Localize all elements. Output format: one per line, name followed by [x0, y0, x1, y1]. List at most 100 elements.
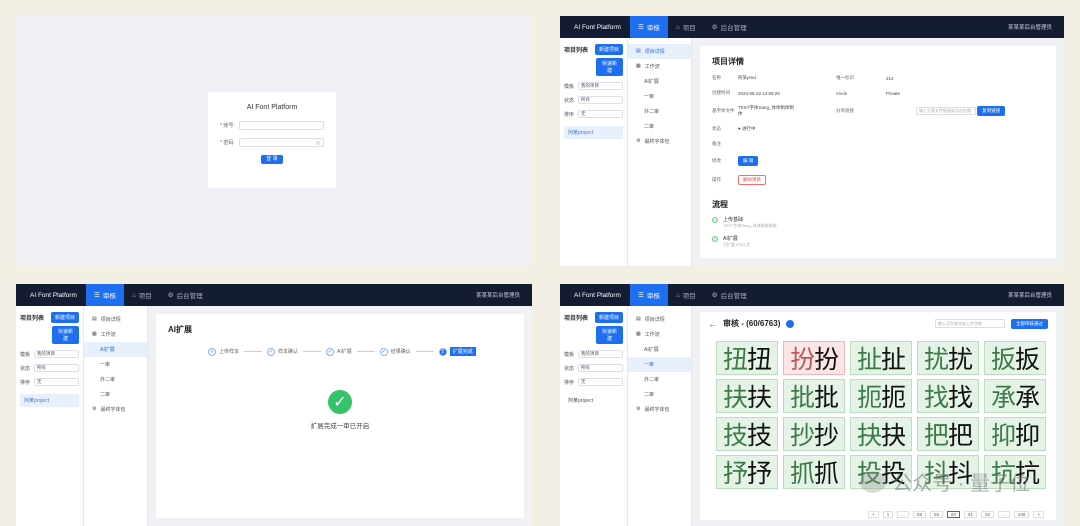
glyph-cell[interactable]: 抒抒 — [716, 455, 778, 489]
menu-ai-expand[interactable]: AI扩展 — [84, 342, 147, 357]
page-button[interactable]: 59 — [930, 511, 944, 518]
import-project-button[interactable]: 快速新建 — [596, 326, 623, 344]
nav-admin[interactable]: ⚙ 后台管理 — [704, 284, 755, 306]
glyph-cell[interactable]: 抄抄 — [783, 417, 845, 451]
menu-workflow[interactable]: ▦ 工作流 — [628, 327, 691, 342]
glyph-cell[interactable]: 扰扰 — [917, 341, 979, 375]
menu-round1[interactable]: 一审 — [84, 357, 147, 372]
project-item[interactable]: 阿某project — [564, 394, 623, 407]
sort-select[interactable]: 无 — [578, 110, 623, 118]
glyph-search-input[interactable]: 输入汉字查询或上传字库 — [935, 319, 1005, 328]
status-select[interactable]: 所有 — [578, 364, 623, 372]
delete-project-button[interactable]: 删除项目 — [738, 175, 766, 185]
new-project-button[interactable]: 新建项目 — [594, 44, 623, 55]
new-project-button[interactable]: 新建项目 — [594, 312, 623, 323]
user-name[interactable]: 某某某后台管理员 — [476, 291, 532, 299]
glyph-cell[interactable]: 扼扼 — [850, 379, 912, 413]
login-button[interactable]: 登 录 — [261, 155, 283, 164]
nav-review[interactable]: ☰ 审核 — [86, 284, 124, 306]
menu-download[interactable]: ⚙ 最终字体包 — [628, 134, 691, 149]
glyph-cell[interactable]: 批批 — [783, 379, 845, 413]
page-button[interactable]: ... — [998, 511, 1010, 518]
menu-round2[interactable]: 外二审 — [628, 104, 691, 119]
glyph-cell[interactable]: 抑抑 — [984, 417, 1046, 451]
glyph-cell[interactable]: 把把 — [917, 417, 979, 451]
nav-admin[interactable]: ⚙ 后台管理 — [704, 16, 755, 38]
nav-review[interactable]: ☰ 审核 — [630, 16, 668, 38]
flow-step: AI扩展 已扩展 6763 字 — [712, 235, 1044, 248]
glyph-cell[interactable]: 抓抓 — [783, 455, 845, 489]
project-list-title: 项目列表 — [564, 316, 589, 322]
success-block: ✓ 扩展完成一审已开启 — [156, 390, 524, 430]
menu-round3[interactable]: 二审 — [628, 119, 691, 134]
menu-download[interactable]: ⚙ 最终字体包 — [628, 402, 691, 417]
expand-content: AI扩展 ✓ 上传样本 ✓ 样本确认 ✓ AI扩展 ✓ 结果确认 5 扩展完成 ✓ 扩展完… — [148, 306, 532, 526]
password-input[interactable]: ◎ — [238, 138, 324, 147]
account-input[interactable] — [238, 121, 324, 130]
sort-select[interactable]: 无 — [578, 378, 623, 386]
page-button[interactable]: 338 — [1013, 511, 1030, 518]
menu-round3[interactable]: 二审 — [628, 387, 691, 402]
menu-detail[interactable]: ▤ 项目详情 — [628, 312, 691, 327]
copy-link-button[interactable]: 复制链接 — [977, 106, 1006, 116]
menu-ai-expand[interactable]: AI扩展 — [628, 74, 691, 89]
nav-review[interactable]: ☰ 审核 — [630, 284, 668, 306]
approve-all-button[interactable]: 全部审核通过 — [1011, 318, 1048, 329]
menu-ai-expand[interactable]: AI扩展 — [628, 342, 691, 357]
new-project-button[interactable]: 新建项目 — [50, 312, 79, 323]
template-select[interactable]: 我的项目 — [578, 82, 623, 90]
glyph-cell[interactable]: 抉抉 — [850, 417, 912, 451]
page-button[interactable]: ... — [897, 511, 909, 518]
status-select[interactable]: 所有 — [34, 364, 79, 372]
page-button[interactable]: 1 — [882, 511, 894, 518]
user-name[interactable]: 某某某后台管理员 — [1008, 23, 1064, 31]
page-button[interactable]: > — [1033, 511, 1044, 518]
menu-workflow[interactable]: ▦ 工作流 — [84, 327, 147, 342]
glyph-cell[interactable]: 扳扳 — [984, 341, 1046, 375]
edit-button[interactable]: 编 辑 — [738, 156, 759, 166]
menu-round2[interactable]: 外二审 — [628, 372, 691, 387]
nav-admin[interactable]: ⚙ 后台管理 — [160, 284, 211, 306]
check-icon — [712, 236, 718, 242]
page-button[interactable]: 62 — [981, 511, 995, 518]
import-project-button[interactable]: 快速新建 — [52, 326, 79, 344]
glyph-cell[interactable]: 扶扶 — [716, 379, 778, 413]
page-button[interactable]: 61 — [964, 511, 978, 518]
template-select[interactable]: 我的项目 — [578, 350, 623, 358]
project-item[interactable]: 阿某project — [564, 126, 623, 139]
nav-project[interactable]: ⌂ 项目 — [668, 16, 704, 38]
glyph-cell[interactable]: 承承 — [984, 379, 1046, 413]
glyph-cell[interactable]: 扭扭 — [716, 341, 778, 375]
expand-panel: AI Font Platform ☰ 审核 ⌂ 项目 ⚙ 后台管理 某某某后台管… — [16, 284, 532, 526]
user-name[interactable]: 某某某后台管理员 — [1008, 291, 1064, 299]
menu-round2[interactable]: 外二审 — [84, 372, 147, 387]
status-select[interactable]: 所有 — [578, 96, 623, 104]
import-project-button[interactable]: 快速新建 — [596, 58, 623, 76]
project-sidebar: 项目列表 新建项目 快速新建 模板 我的项目 状态 所有 排序无 阿某project — [16, 306, 84, 526]
details-title: 项目详情 — [712, 57, 744, 66]
menu-detail[interactable]: ▤ 项目详情 — [628, 44, 691, 59]
page-button[interactable]: < — [868, 511, 879, 518]
project-item[interactable]: 阿某project — [20, 394, 79, 407]
menu-round1[interactable]: 一审 — [628, 89, 691, 104]
page-button[interactable]: 60 — [947, 511, 961, 518]
menu-workflow[interactable]: ▦ 工作流 — [628, 59, 691, 74]
info-icon[interactable] — [786, 319, 795, 328]
nav-project[interactable]: ⌂ 项目 — [668, 284, 704, 306]
back-arrow-icon[interactable]: ← — [708, 319, 717, 329]
glyph-cell[interactable]: 扮扮 — [783, 341, 845, 375]
glyph-cell[interactable]: 技技 — [716, 417, 778, 451]
menu-round3[interactable]: 二审 — [84, 387, 147, 402]
page-button[interactable]: 58 — [913, 511, 927, 518]
menu-round1[interactable]: 一审 — [628, 357, 691, 372]
template-select[interactable]: 我的项目 — [34, 350, 79, 358]
glyph-cell[interactable]: 找找 — [917, 379, 979, 413]
check-icon — [712, 217, 718, 223]
menu-detail[interactable]: ▤ 项目详情 — [84, 312, 147, 327]
share-link-input[interactable]: 输入分享文件链接或点击右侧 — [916, 107, 976, 115]
menu-download[interactable]: ⚙ 最终字体包 — [84, 402, 147, 417]
nav-project[interactable]: ⌂ 项目 — [124, 284, 160, 306]
glyph-cell[interactable]: 扯扯 — [850, 341, 912, 375]
sort-select[interactable]: 无 — [34, 378, 79, 386]
eye-icon[interactable]: ◎ — [316, 140, 320, 145]
